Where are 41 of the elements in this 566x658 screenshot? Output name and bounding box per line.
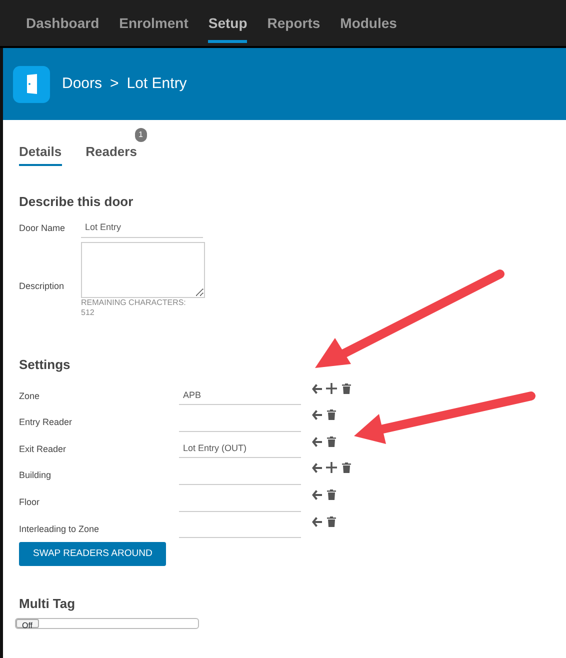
trash-icon[interactable] [341, 462, 352, 474]
trash-icon[interactable] [326, 488, 337, 500]
breadcrumb-separator: > [110, 74, 119, 94]
field-label: Exit Reader [19, 442, 68, 456]
trash-icon[interactable] [326, 409, 337, 420]
trash-icon[interactable] [326, 436, 337, 447]
trash-icon[interactable] [326, 516, 337, 527]
remaining-characters-count: 512 [81, 308, 96, 320]
count-badge: 1 [134, 128, 147, 142]
back-arrow-icon[interactable] [311, 462, 322, 474]
field-label: Description [19, 280, 66, 293]
back-arrow-icon[interactable] [311, 382, 322, 394]
back-arrow-icon[interactable] [311, 436, 322, 447]
field-label: Zone [19, 390, 41, 403]
swap-readers-button[interactable]: SWAP READERS AROUND [19, 542, 166, 566]
section-heading: Multi Tag [19, 595, 76, 614]
field-label: Floor [19, 496, 41, 510]
trash-icon[interactable] [341, 382, 352, 394]
toggle-switch[interactable]: Off [15, 618, 199, 629]
section-heading: Describe this door [19, 192, 134, 210]
nav-tab[interactable]: Dashboard [26, 0, 100, 43]
plus-icon[interactable] [326, 462, 337, 474]
page-title: Lot Entry [126, 74, 187, 94]
back-arrow-icon[interactable] [311, 516, 322, 527]
tab[interactable]: Readers [86, 140, 137, 166]
back-arrow-icon[interactable] [311, 488, 322, 500]
nav-tab[interactable]: Enrolment [119, 0, 188, 43]
breadcrumb-link[interactable]: Doors [62, 72, 102, 96]
section-heading: Settings [19, 356, 72, 374]
door-icon [13, 66, 50, 102]
remaining-characters-label: REMAINING CHARACTERS: [81, 298, 187, 308]
field-label: Interleading to Zone [19, 522, 100, 536]
field-label: Entry Reader [19, 416, 74, 430]
nav-tab[interactable]: Reports [267, 0, 320, 43]
field-label: Building [19, 469, 52, 482]
back-arrow-icon[interactable] [311, 409, 322, 420]
tab[interactable]: Details [19, 140, 62, 166]
plus-icon[interactable] [326, 382, 337, 394]
field-label: Door Name [19, 222, 66, 234]
nav-tab[interactable]: Modules [340, 0, 397, 43]
nav-tab[interactable]: Setup [208, 0, 248, 43]
